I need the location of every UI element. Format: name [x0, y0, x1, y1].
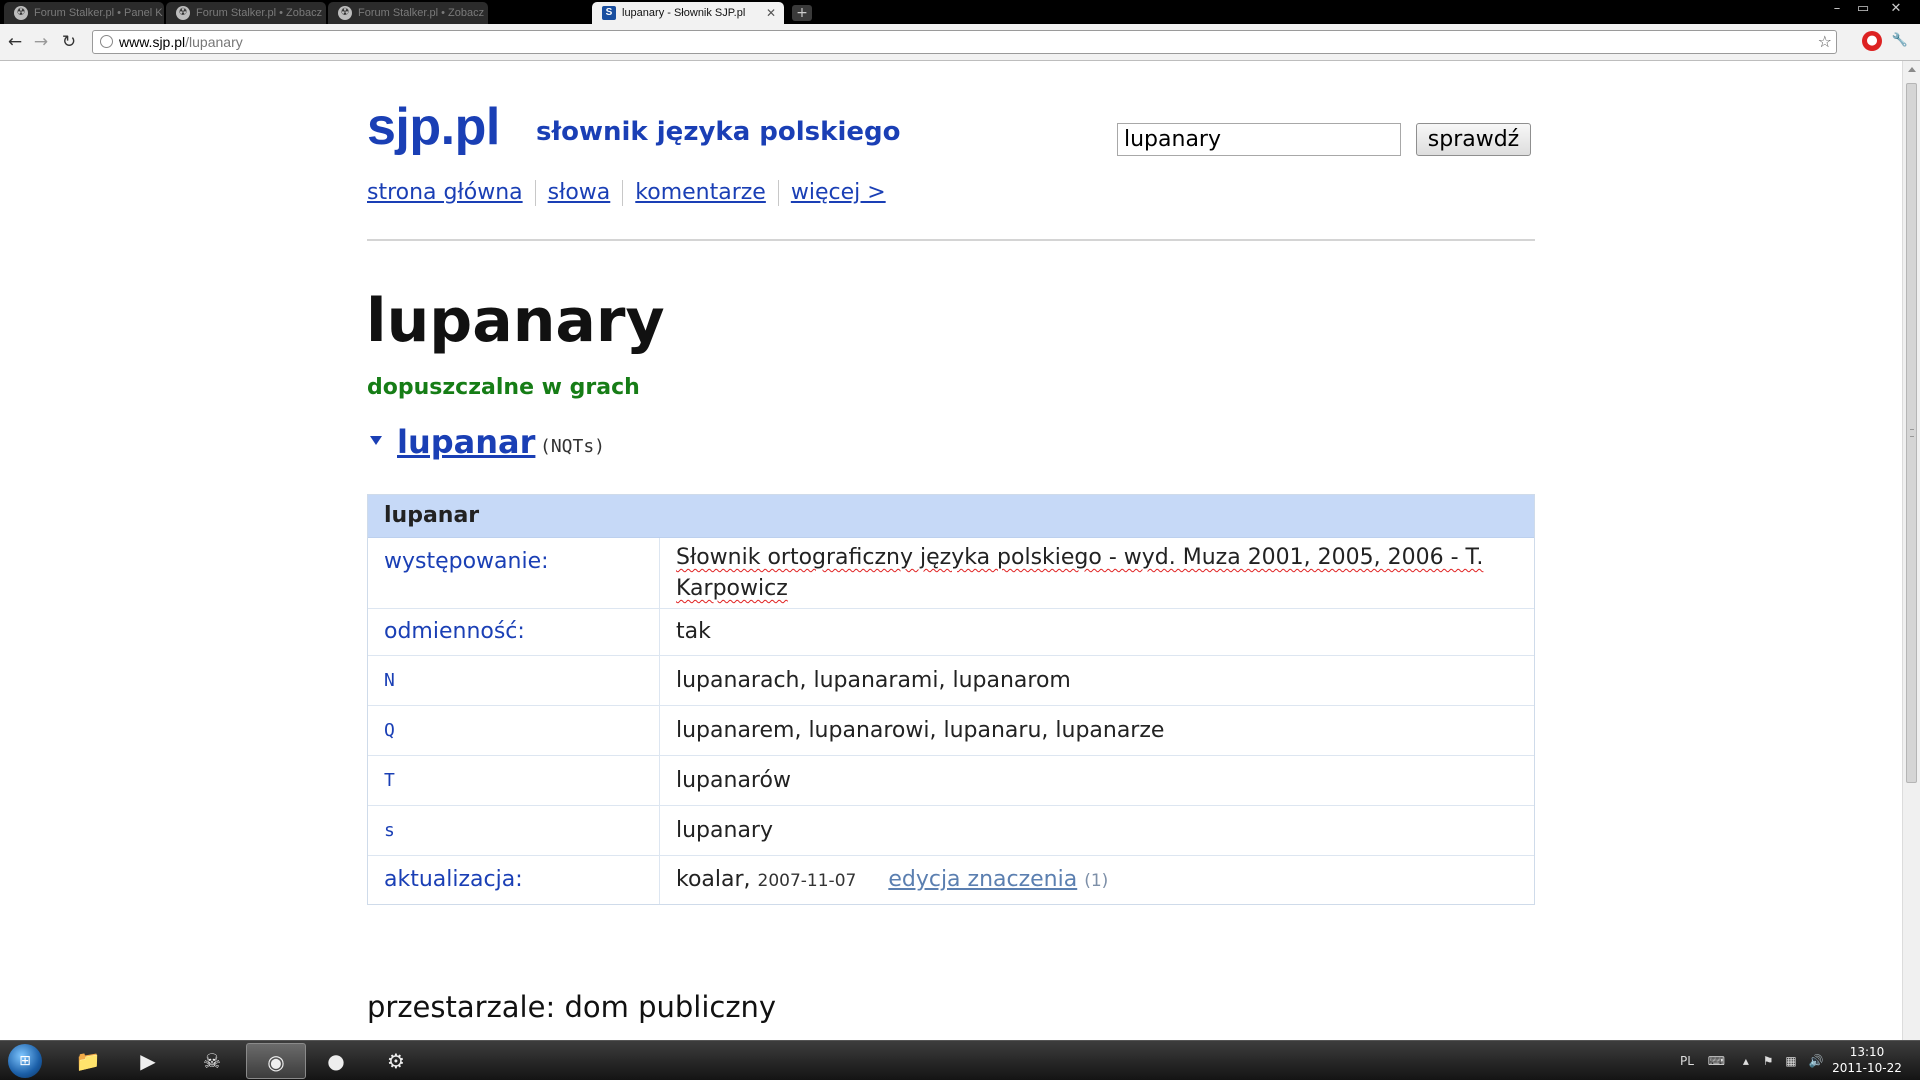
nav-separator — [777, 180, 779, 206]
table-row: N lupanarach, lupanarami, lupanarom — [368, 656, 1534, 706]
clock-date: 2011-10-22 — [1832, 1061, 1902, 1075]
collapse-triangle-icon[interactable] — [370, 436, 382, 445]
tab-title: Forum Stalker.pl • Zobacz — [196, 7, 323, 19]
page-title: lupanary — [366, 286, 665, 356]
inflection-flags: (NQTs) — [540, 436, 606, 457]
extension-icon[interactable]: ● — [1862, 31, 1882, 51]
edit-meaning-link[interactable]: edycja znaczenia — [888, 867, 1077, 892]
browser-tab[interactable]: ☢ Forum Stalker.pl • Zobacz — [166, 2, 326, 24]
tab-title: lupanary - Słownik SJP.pl — [622, 7, 746, 19]
scroll-thumb[interactable] — [1906, 83, 1917, 783]
table-row: aktualizacja: koalar, 2007-11-07 edycja … — [368, 856, 1534, 904]
browser-tab[interactable]: ☢ Forum Stalker.pl • Zobacz — [328, 2, 488, 24]
header-divider — [367, 239, 1535, 241]
tab-close-icon[interactable]: ✕ — [766, 2, 776, 24]
search-input[interactable]: lupanary — [1117, 123, 1401, 156]
start-button[interactable]: ⊞ — [8, 1044, 42, 1078]
nav-separator — [534, 180, 536, 206]
nav-comments-link[interactable]: komentarze — [635, 180, 766, 205]
scroll-grip — [1910, 429, 1914, 437]
minimize-button[interactable]: – — [1824, 0, 1850, 20]
scroll-up-arrow-icon[interactable] — [1908, 67, 1916, 72]
back-icon[interactable]: ← — [4, 31, 26, 53]
maximize-button[interactable]: ▭ — [1850, 0, 1876, 20]
url-text[interactable]: www.sjp.pl/lupanary — [119, 31, 243, 53]
game-status: dopuszczalne w grach — [367, 375, 640, 400]
edit-count: (1) — [1084, 871, 1109, 891]
nav-home-link[interactable]: strona główna — [367, 180, 523, 205]
clock-time: 13:10 — [1849, 1045, 1885, 1059]
form-values: lupanarach, lupanarami, lupanarom — [676, 668, 1071, 693]
site-nav: strona główna słowa komentarze więcej > — [367, 178, 886, 208]
occurrence-label: występowanie: — [368, 538, 660, 608]
form-code: N — [368, 656, 660, 705]
nav-more-link[interactable]: więcej > — [791, 180, 886, 205]
browser-tab[interactable]: ☢ Forum Stalker.pl • Panel K — [4, 2, 164, 24]
update-value: koalar, 2007-11-07 edycja znaczenia (1) — [676, 856, 1534, 905]
globe-icon — [100, 35, 113, 48]
table-row: s lupanary — [368, 806, 1534, 856]
taskbar: ⊞ 📁 ▶ ☠ ◉ ● ⚙ PL ⌨ ▴ ⚑ ▦ 🔊 13:10 2011-10… — [0, 1040, 1920, 1080]
wrench-icon[interactable]: 🔧 — [1890, 31, 1910, 51]
inflection-label: odmienność: — [368, 609, 660, 655]
site-tagline: słownik języka polskiego — [536, 117, 901, 147]
star-icon[interactable]: ☆ — [1818, 31, 1832, 53]
form-values: lupanary — [676, 818, 773, 843]
table-row: odmienność: tak — [368, 609, 1534, 656]
update-label: aktualizacja: — [368, 856, 660, 904]
entry-table: lupanar występowanie: Słownik ortografic… — [367, 494, 1535, 905]
chrome-taskbar-icon[interactable]: ◉ — [246, 1043, 306, 1079]
browser-toolbar: ← → ↻ www.sjp.pl/lupanary ☆ — [0, 24, 1920, 61]
table-row: Q lupanarem, lupanarowi, lupanaru, lupan… — [368, 706, 1534, 756]
form-code: s — [368, 806, 660, 855]
radiation-favicon-icon: ☢ — [14, 6, 28, 20]
tab-strip: ☢ Forum Stalker.pl • Panel K ☢ Forum Sta… — [0, 0, 1920, 24]
nav-words-link[interactable]: słowa — [548, 180, 611, 205]
search-button[interactable]: sprawdź — [1416, 123, 1531, 156]
site-logo[interactable]: sjp.pl — [367, 97, 500, 157]
source-text: Słownik ortograficzny języka polskiego -… — [676, 545, 1484, 601]
web-page: sjp.pl słownik języka polskiego lupanary… — [0, 61, 1902, 1040]
reload-icon[interactable]: ↻ — [58, 31, 80, 53]
update-date: 2007-11-07 — [757, 871, 857, 891]
clock[interactable]: 13:10 2011-10-22 — [1822, 1044, 1912, 1076]
update-author: koalar, — [676, 867, 751, 892]
form-values: lupanarem, lupanarowi, lupanaru, lupanar… — [676, 718, 1165, 743]
form-values: lupanarów — [676, 768, 791, 793]
tab-title: Forum Stalker.pl • Zobacz — [358, 7, 485, 19]
radiation-favicon-icon: ☢ — [176, 6, 190, 20]
vertical-scrollbar[interactable] — [1902, 61, 1920, 1040]
occurrence-value: Słownik ortograficzny języka polskiego -… — [676, 538, 1534, 604]
meaning-text: przestarzale: dom publiczny — [367, 990, 777, 1024]
chat-taskbar-icon[interactable]: ● — [306, 1043, 366, 1079]
game-taskbar-icon[interactable]: ⚙ — [366, 1043, 426, 1079]
tab-title: Forum Stalker.pl • Panel K — [34, 7, 163, 19]
forward-icon[interactable]: → — [30, 31, 52, 53]
form-code: T — [368, 756, 660, 805]
table-title: lupanar — [368, 495, 1534, 538]
tray-expand-icon[interactable]: ▴ — [1743, 1054, 1749, 1068]
media-player-taskbar-icon[interactable]: ▶ — [118, 1043, 178, 1079]
network-icon[interactable]: ▦ — [1785, 1054, 1796, 1068]
close-window-button[interactable]: ✕ — [1878, 0, 1914, 20]
lemma-link[interactable]: lupanar — [397, 423, 535, 461]
new-tab-button[interactable]: + — [792, 5, 812, 21]
radiation-favicon-icon: ☢ — [338, 6, 352, 20]
nav-separator — [622, 180, 624, 206]
app-taskbar-icon[interactable]: ☠ — [182, 1043, 242, 1079]
sjp-favicon-icon: S — [602, 6, 616, 20]
browser-tab-active[interactable]: S lupanary - Słownik SJP.pl ✕ — [592, 2, 784, 24]
flag-icon[interactable]: ⚑ — [1763, 1054, 1774, 1068]
keyboard-icon[interactable]: ⌨ — [1708, 1054, 1725, 1068]
explorer-taskbar-icon[interactable]: 📁 — [58, 1043, 118, 1079]
table-row: występowanie: Słownik ortograficzny języ… — [368, 538, 1534, 609]
address-bar[interactable]: www.sjp.pl/lupanary ☆ — [92, 30, 1837, 54]
inflection-value: tak — [676, 619, 711, 644]
table-row: T lupanarów — [368, 756, 1534, 806]
language-indicator[interactable]: PL — [1680, 1054, 1694, 1068]
system-tray: PL ⌨ ▴ ⚑ ▦ 🔊 — [1680, 1041, 1823, 1081]
form-code: Q — [368, 706, 660, 755]
